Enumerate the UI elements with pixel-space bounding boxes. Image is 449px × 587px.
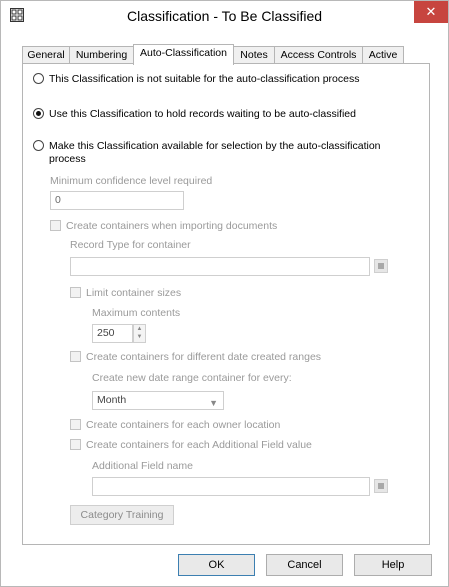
limit-sizes-label: Limit container sizes — [86, 287, 182, 299]
tab-general[interactable]: General — [22, 46, 70, 64]
record-type-input[interactable] — [70, 257, 370, 276]
classification-dialog: Classification - To Be Classified ✕ Gene… — [0, 0, 449, 587]
tab-access-controls[interactable]: Access Controls — [274, 46, 363, 64]
additional-field-name-label: Additional Field name — [92, 460, 193, 472]
close-icon: ✕ — [425, 4, 437, 19]
close-button[interactable]: ✕ — [414, 1, 448, 23]
date-range-every-label: Create new date range container for ever… — [92, 372, 292, 384]
help-button[interactable]: Help — [354, 554, 432, 576]
record-type-label: Record Type for container — [70, 239, 191, 251]
date-range-every-select[interactable]: Month ▼ — [92, 391, 224, 410]
tab-auto-classification[interactable]: Auto-Classification — [133, 44, 234, 65]
make-available-label[interactable]: Make this Classification available for s… — [49, 140, 381, 152]
tab-notes[interactable]: Notes — [233, 46, 275, 64]
additional-field-name-input[interactable] — [92, 477, 370, 496]
owner-location-checkbox[interactable] — [70, 419, 81, 430]
make-available-radio[interactable] — [33, 140, 44, 151]
title-bar[interactable]: Classification - To Be Classified ✕ — [1, 1, 448, 31]
not-suitable-radio[interactable] — [33, 73, 44, 84]
create-containers-checkbox[interactable] — [50, 220, 61, 231]
max-contents-label: Maximum contents — [92, 307, 181, 319]
min-confidence-input[interactable]: 0 — [50, 191, 184, 210]
hold-records-label[interactable]: Use this Classification to hold records … — [49, 108, 356, 120]
auto-classification-panel: This Classification is not suitable for … — [22, 63, 430, 545]
date-ranges-checkbox[interactable] — [70, 351, 81, 362]
record-type-browse-icon[interactable] — [374, 259, 388, 273]
max-contents-input[interactable]: 250 — [92, 324, 133, 343]
limit-sizes-checkbox[interactable] — [70, 287, 81, 298]
classification-app-icon — [10, 8, 24, 22]
make-available-label-line2[interactable]: process — [49, 153, 86, 165]
additional-field-label: Create containers for each Additional Fi… — [86, 439, 312, 451]
tab-numbering[interactable]: Numbering — [69, 46, 134, 64]
date-range-every-value: Month — [97, 394, 127, 406]
create-containers-label: Create containers when importing documen… — [66, 220, 278, 232]
cancel-button[interactable]: Cancel — [266, 554, 343, 576]
ok-button[interactable]: OK — [178, 554, 255, 576]
chevron-down-icon: ▼ — [209, 398, 218, 408]
date-ranges-label: Create containers for different date cre… — [86, 351, 322, 363]
spin-down-icon[interactable]: ▼ — [134, 333, 145, 341]
tab-active[interactable]: Active — [362, 46, 404, 64]
spin-up-icon[interactable]: ▲ — [134, 325, 145, 333]
additional-field-browse-icon[interactable] — [374, 479, 388, 493]
category-training-button[interactable]: Category Training — [70, 505, 174, 525]
not-suitable-label[interactable]: This Classification is not suitable for … — [49, 73, 359, 85]
min-confidence-label: Minimum confidence level required — [50, 175, 213, 187]
additional-field-checkbox[interactable] — [70, 439, 81, 450]
hold-records-radio[interactable] — [33, 108, 44, 119]
window-title: Classification - To Be Classified — [126, 8, 323, 24]
max-contents-spinner[interactable]: ▲ ▼ — [133, 324, 146, 343]
owner-location-label: Create containers for each owner locatio… — [86, 419, 281, 431]
